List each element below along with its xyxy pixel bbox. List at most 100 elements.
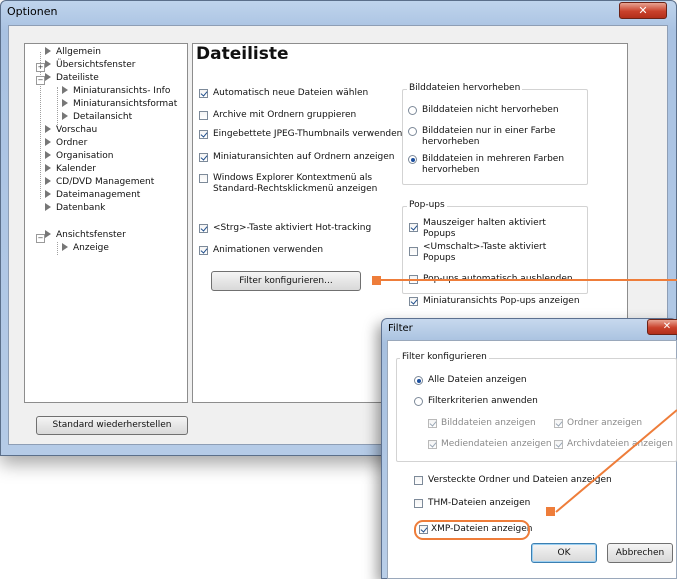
radio-label: Filterkriterien anwenden: [428, 396, 538, 406]
checkbox-label: THM-Dateien anzeigen: [428, 498, 531, 508]
tree-item-anzeige[interactable]: Anzeige: [62, 243, 109, 254]
group-title: Bilddateien hervorheben: [407, 83, 523, 93]
media-files-checkbox[interactable]: [428, 440, 437, 449]
radio-label-line2: hervorheben: [422, 137, 480, 147]
jpeg-thumbnails-checkbox[interactable]: [199, 130, 208, 139]
explorer-context-menu-checkbox[interactable]: [199, 174, 208, 183]
auto-hide-popups-checkbox[interactable]: [409, 275, 418, 284]
tree-node-icon: [45, 151, 51, 159]
tree-item-ordner[interactable]: Ordner: [45, 138, 87, 149]
checkbox-label: <Strg>-Taste aktiviert Hot-tracking: [213, 223, 372, 233]
tree-item-label: Datenbank: [56, 203, 106, 213]
tree-collapse-icon[interactable]: −: [36, 234, 45, 243]
tree-node-icon: [45, 177, 51, 185]
checkbox-label: <Umschalt>-Taste aktiviert: [423, 242, 547, 252]
checkbox-label-line2: Standard-Rechtsklickmenü anzeigen: [213, 184, 378, 194]
tree-item-label: Vorschau: [56, 125, 98, 135]
tree-item-label: Miniaturansichtsformat: [73, 99, 178, 109]
hot-tracking-checkbox[interactable]: [199, 224, 208, 233]
tree-item-miniaturansichtsformat[interactable]: Miniaturansichtsformat: [62, 99, 177, 110]
tree-expand-icon[interactable]: +: [36, 63, 45, 72]
checkbox-label: Pop-ups automatisch ausblenden: [423, 274, 573, 284]
checkbox-label-line2: Popups: [423, 229, 456, 239]
animations-checkbox[interactable]: [199, 246, 208, 255]
tree-guide-line: [57, 242, 58, 255]
window-title: Optionen: [7, 5, 58, 18]
configure-filter-button[interactable]: Filter konfigurieren...: [211, 271, 361, 291]
auto-select-new-files-checkbox[interactable]: [199, 89, 208, 98]
radio-label: Bilddateien in mehreren Farben: [422, 154, 565, 164]
tree-node-icon: [45, 138, 51, 146]
radio-label: Bilddateien nicht hervorheben: [422, 105, 559, 115]
tree-item-label: Dateiliste: [56, 73, 99, 83]
multi-color-radio[interactable]: [408, 155, 417, 164]
checkbox-label: Miniaturansichten auf Ordnern anzeigen: [213, 152, 395, 162]
tree-item-datenbank[interactable]: Datenbank: [45, 203, 105, 214]
thm-files-checkbox[interactable]: [414, 499, 423, 508]
tree-item-kalender[interactable]: Kalender: [45, 164, 96, 175]
tree-node-icon: [62, 99, 68, 107]
tree-node-icon: [45, 190, 51, 198]
tree-item-organisation[interactable]: Organisation: [45, 151, 114, 162]
tree-node-icon: [62, 86, 68, 94]
tree-item-label: Ansichtsfenster: [56, 230, 126, 240]
tree-item-label: Kalender: [56, 164, 96, 174]
folders-checkbox[interactable]: [554, 419, 563, 428]
page-title: Dateiliste: [196, 44, 289, 64]
tree-item-allgemein[interactable]: Allgemein: [45, 47, 101, 58]
tree-item-label: Detailansicht: [73, 112, 133, 122]
checkbox-label: Mauszeiger halten aktiviert: [423, 218, 546, 228]
radio-label-line2: hervorheben: [422, 165, 480, 175]
tree-node-icon: [45, 230, 51, 238]
tree-item-label: Übersichtsfenster: [56, 60, 136, 70]
tree-item-uebersichtsfenster[interactable]: Übersichtsfenster: [45, 60, 135, 71]
tree-item-label: Miniaturansichts- Info: [73, 86, 171, 96]
hidden-files-checkbox[interactable]: [414, 476, 423, 485]
checkbox-label: Archivdateien anzeigen: [567, 439, 673, 449]
checkbox-label: Mediendateien anzeigen: [441, 439, 552, 449]
group-archives-checkbox[interactable]: [199, 111, 208, 120]
tree-node-icon: [45, 164, 51, 172]
tree-item-label: Anzeige: [73, 243, 109, 253]
tree-item-label: Ordner: [56, 138, 88, 148]
tree-item-dateiliste[interactable]: Dateiliste: [45, 73, 99, 84]
shift-popups-checkbox[interactable]: [409, 247, 418, 256]
tree-item-miniaturansichts-info[interactable]: Miniaturansichts- Info: [62, 86, 170, 97]
image-files-checkbox[interactable]: [428, 419, 437, 428]
tree-item-label: Dateimanagement: [56, 190, 141, 200]
category-tree[interactable]: + − − Allgemein Übersichtsfenster Dateil…: [24, 43, 188, 403]
tree-collapse-icon[interactable]: −: [36, 76, 45, 85]
checkbox-label-line2: Popups: [423, 253, 456, 263]
archive-files-checkbox[interactable]: [554, 440, 563, 449]
close-button[interactable]: ✕: [619, 2, 667, 19]
restore-defaults-button[interactable]: Standard wiederherstellen: [36, 416, 188, 435]
cancel-button[interactable]: Abbrechen: [607, 543, 673, 563]
thumbnail-popups-checkbox[interactable]: [409, 297, 418, 306]
tree-item-vorschau[interactable]: Vorschau: [45, 125, 97, 136]
tree-node-icon: [62, 112, 68, 120]
tree-node-icon: [45, 125, 51, 133]
all-files-radio[interactable]: [414, 376, 423, 385]
tree-item-cd-dvd-management[interactable]: CD/DVD Management: [45, 177, 154, 188]
hover-popups-checkbox[interactable]: [409, 223, 418, 232]
filter-criteria-radio[interactable]: [414, 397, 423, 406]
group-title: Pop-ups: [407, 200, 447, 210]
radio-label: Bilddateien nur in einer Farbe: [422, 126, 556, 136]
checkbox-label: Animationen verwenden: [213, 245, 324, 255]
tree-node-icon: [45, 47, 51, 55]
tree-item-detailansicht[interactable]: Detailansicht: [62, 112, 132, 123]
tree-node-icon: [62, 243, 68, 251]
no-highlight-radio[interactable]: [408, 106, 417, 115]
tree-node-icon: [45, 73, 51, 81]
filter-close-button[interactable]: ✕: [647, 319, 677, 335]
tree-item-label: Organisation: [56, 151, 114, 161]
tree-item-ansichtsfenster[interactable]: Ansichtsfenster: [45, 230, 126, 241]
tree-node-icon: [45, 60, 51, 68]
tree-item-dateimanagement[interactable]: Dateimanagement: [45, 190, 140, 201]
ok-button[interactable]: OK: [531, 543, 597, 563]
checkbox-label: Versteckte Ordner und Dateien anzeigen: [428, 475, 612, 485]
checkbox-label: Archive mit Ordnern gruppieren: [213, 110, 357, 120]
folder-thumbnails-checkbox[interactable]: [199, 153, 208, 162]
filter-dialog-title: Filter: [388, 323, 413, 334]
single-color-radio[interactable]: [408, 127, 417, 136]
